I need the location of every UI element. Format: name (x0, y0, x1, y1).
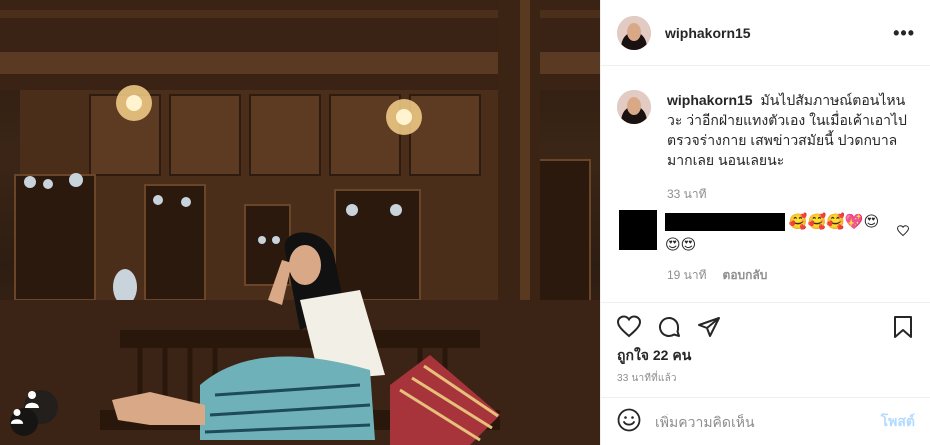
caption-timestamp[interactable]: 33 นาที (667, 184, 917, 204)
emoji-icon[interactable] (617, 408, 641, 435)
likes-count[interactable]: ถูกใจ 22 คน (617, 345, 691, 367)
post-photo[interactable] (0, 0, 600, 445)
comment-input[interactable] (655, 413, 881, 430)
add-comment-bar: โพสต์ (601, 397, 930, 445)
more-options-icon[interactable]: ••• (893, 24, 915, 42)
photo-illustration (0, 0, 600, 445)
comment-timestamp[interactable]: 19 นาที (667, 266, 707, 285)
caption-body: wiphakorn15 มันไปสัมภาษณ์ตอนไหนวะ ว่าอีก… (667, 90, 917, 204)
redacted-avatar (619, 210, 657, 250)
avatar[interactable] (617, 15, 651, 50)
reply-button[interactable]: ตอบกลับ (723, 266, 768, 285)
post-comment-button[interactable]: โพสต์ (881, 411, 915, 433)
post-caption: wiphakorn15 มันไปสัมภาษณ์ตอนไหนวะ ว่าอีก… (617, 90, 917, 204)
redacted-username (665, 213, 785, 232)
user-tag-icon[interactable] (10, 408, 38, 436)
post-header: wiphakorn15 ••• (601, 0, 930, 66)
bookmark-icon[interactable] (891, 315, 915, 339)
comment-body: 🥰🥰🥰💖😍😍😍 (665, 210, 887, 257)
post-timestamp[interactable]: 33 นาทีที่แล้ว (617, 371, 677, 386)
action-bar (601, 302, 930, 342)
comment-like-heart-icon[interactable] (896, 224, 910, 240)
share-icon[interactable] (697, 315, 721, 339)
header-username[interactable]: wiphakorn15 (665, 25, 893, 41)
comment-meta: 19 นาที ตอบกลับ (667, 266, 767, 285)
avatar[interactable] (617, 90, 651, 124)
heart-icon[interactable] (617, 314, 641, 339)
caption-username[interactable]: wiphakorn15 (667, 92, 753, 108)
post-side-panel: wiphakorn15 ••• wiphakorn15 มันไปสัมภาษณ… (600, 0, 930, 445)
comment-icon[interactable] (657, 315, 681, 339)
comment-item: 🥰🥰🥰💖😍😍😍 (619, 210, 919, 257)
